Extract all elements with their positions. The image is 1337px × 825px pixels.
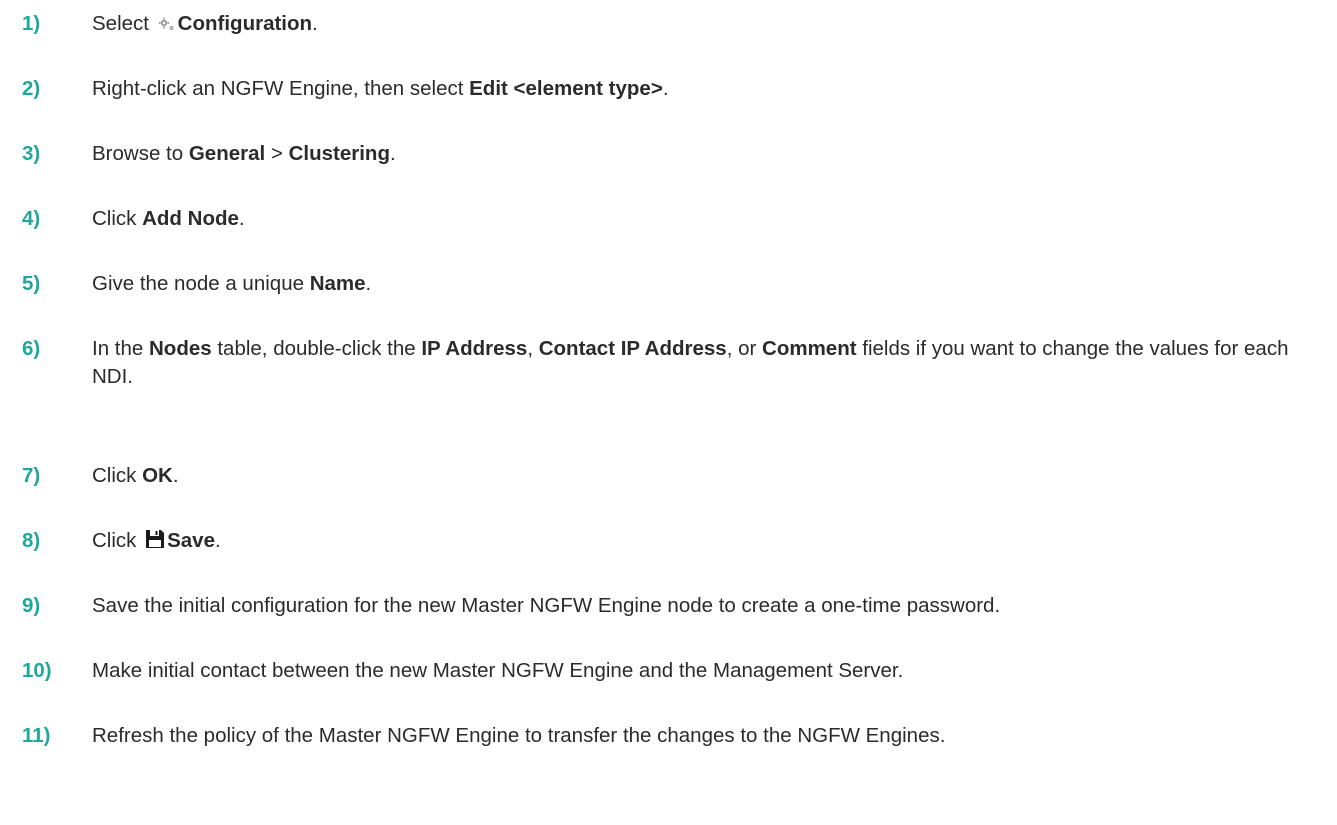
step-text-run: .	[389, 142, 396, 165]
step-text-run: ,	[527, 337, 539, 360]
step-text: Click OK.	[92, 462, 1332, 490]
step-text: Click Save.	[92, 527, 1332, 557]
step-text-run: table, double-click the	[211, 337, 422, 360]
step-text-run: Give the node a unique	[92, 272, 310, 295]
step-text-run: .	[215, 529, 221, 552]
step-number: 4)	[22, 207, 41, 230]
step-number: 10)	[22, 659, 52, 682]
step-number: 6)	[22, 337, 41, 360]
step-text: Click Add Node.	[92, 205, 1332, 233]
step-ui-term: IP Address	[421, 337, 528, 360]
step-number: 3)	[22, 142, 41, 165]
step-ui-term: Add Node	[142, 207, 239, 230]
step-text-run: .	[365, 272, 372, 295]
save-floppy-icon	[145, 529, 165, 557]
step-text-run: Click	[92, 464, 143, 487]
step-text-run: .	[238, 207, 245, 230]
step-ui-term: Contact IP Address	[538, 337, 727, 360]
step-ui-term: OK	[142, 464, 173, 487]
step-ui-term: Nodes	[149, 337, 212, 360]
step-number: 8)	[22, 529, 41, 552]
step-ui-term: Configuration	[177, 12, 313, 35]
step-text: Browse to General > Clustering.	[92, 140, 1332, 168]
step-number: 1)	[22, 12, 41, 35]
step-ui-term: Clustering	[288, 142, 390, 165]
step-ui-term: Edit <element type>	[469, 77, 663, 100]
step-ui-term: Save	[167, 529, 215, 552]
step-text-run: , or	[726, 337, 763, 360]
step-number: 5)	[22, 272, 41, 295]
step-text-run: Refresh the policy of the Master NGFW En…	[92, 724, 946, 747]
step-text: In the Nodes table, double-click the IP …	[92, 335, 1327, 391]
step-text-run: .	[662, 77, 669, 100]
step-number: 11)	[22, 724, 51, 747]
step-text: Right-click an NGFW Engine, then select …	[92, 75, 1332, 103]
step-ui-term: General	[188, 142, 266, 165]
step-text: Select Configuration.	[92, 10, 1332, 40]
step-text-run: Right-click an NGFW Engine, then select	[92, 77, 470, 100]
step-text: Make initial contact between the new Mas…	[92, 657, 1332, 685]
step-text-run: Make initial contact between the new Mas…	[92, 659, 904, 682]
step-text: Give the node a unique Name.	[92, 270, 1332, 298]
step-ui-term: Name	[309, 272, 366, 295]
step-text-run: Click	[92, 529, 143, 552]
step-number: 7)	[22, 464, 41, 487]
step-text-run: .	[172, 464, 179, 487]
step-text-run: >	[265, 142, 289, 165]
configuration-gear-icon	[158, 12, 176, 40]
step-text-run: Save the initial configuration for the n…	[92, 594, 1001, 617]
step-text-run: In the	[92, 337, 149, 360]
step-number: 9)	[22, 594, 41, 617]
step-text: Save the initial configuration for the n…	[92, 592, 1332, 620]
step-ui-term: Comment	[762, 337, 857, 360]
step-text-run: .	[312, 12, 318, 35]
step-text: Refresh the policy of the Master NGFW En…	[92, 722, 1332, 750]
step-number: 2)	[22, 77, 41, 100]
step-text-run: Browse to	[92, 142, 189, 165]
step-text-run: Click	[92, 207, 143, 230]
step-text-run: Select	[92, 12, 155, 35]
